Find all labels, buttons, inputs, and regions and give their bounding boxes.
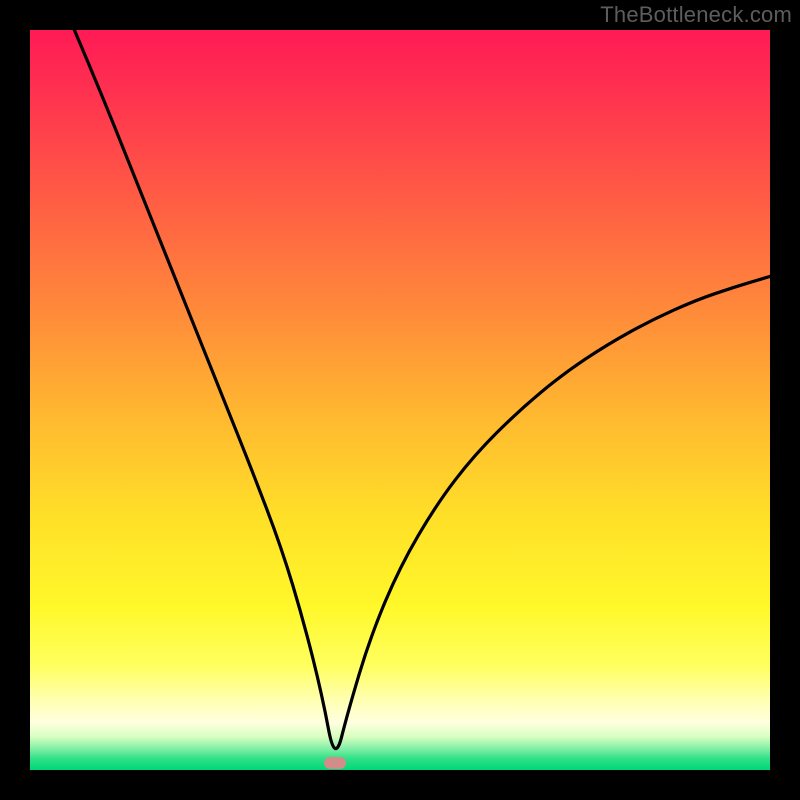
watermark-text: TheBottleneck.com <box>600 2 792 28</box>
bottleneck-marker <box>324 757 346 769</box>
curve-path <box>74 30 770 749</box>
plot-area <box>30 30 770 770</box>
chart-frame: TheBottleneck.com <box>0 0 800 800</box>
bottleneck-curve <box>30 30 770 770</box>
